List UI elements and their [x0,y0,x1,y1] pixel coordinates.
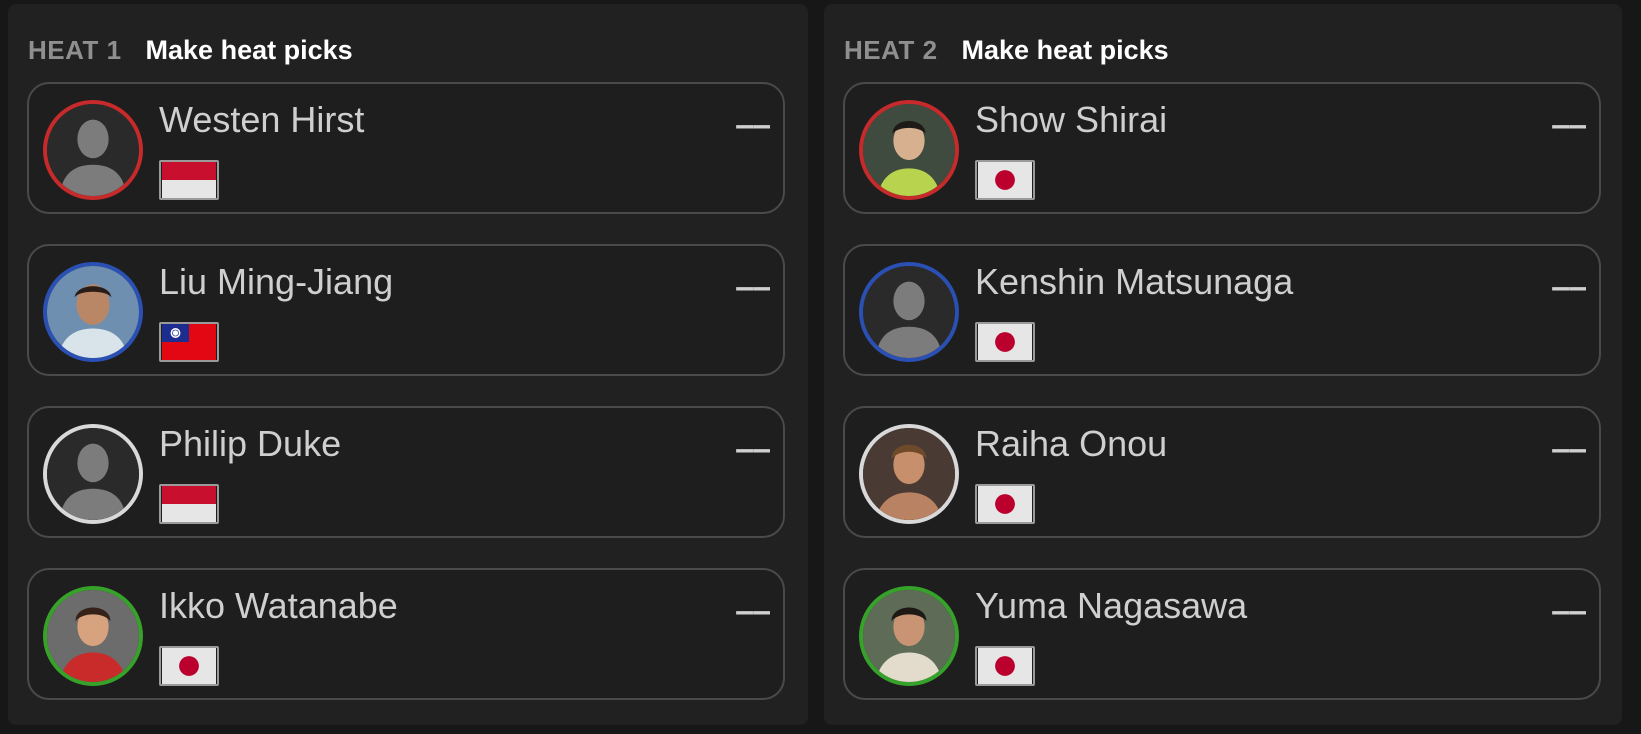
athlete-photo [43,586,143,686]
pick-value: –– [1551,106,1587,144]
heat-2-panel: HEAT 2 Make heat picks Show Shirai –– Ke… [824,4,1622,725]
surfer-name: Westen Hirst [159,99,365,140]
surfer-name: Philip Duke [159,423,342,464]
silhouette-icon [859,262,959,362]
pick-value: –– [735,430,771,468]
pick-value: –– [735,268,771,306]
surfer-card-raiha-onou[interactable]: Raiha Onou –– [843,406,1601,538]
taiwan-flag-icon [159,322,219,362]
surfer-card-westen-hirst[interactable]: Westen Hirst –– [27,82,785,214]
japan-flag-icon [159,646,219,686]
surfer-name: Yuma Nagasawa [975,585,1248,626]
japan-flag-icon [975,322,1035,362]
japan-flag-icon [975,484,1035,524]
japan-flag-icon [975,160,1035,200]
pick-value: –– [735,106,771,144]
surfer-name: Show Shirai [975,99,1168,140]
pick-value: –– [1551,268,1587,306]
surfer-name: Raiha Onou [975,423,1168,464]
heat-1-header: HEAT 1 Make heat picks [28,30,353,70]
pick-value: –– [735,592,771,630]
japan-flag-icon [975,646,1035,686]
heat-1-label: HEAT 1 [28,34,122,65]
indonesia-flag-icon [159,160,219,200]
surfer-card-ikko-watanabe[interactable]: Ikko Watanabe –– [27,568,785,700]
heat-2-label: HEAT 2 [844,34,938,65]
heat-2-make-picks-button[interactable]: Make heat picks [962,35,1169,66]
pick-value: –– [1551,430,1587,468]
heat-1-panel: HEAT 1 Make heat picks Westen Hirst –– L… [8,4,808,725]
surfer-name: Kenshin Matsunaga [975,261,1294,302]
surfer-card-kenshin-matsunaga[interactable]: Kenshin Matsunaga –– [843,244,1601,376]
indonesia-flag-icon [159,484,219,524]
surfer-card-liu-ming-jiang[interactable]: Liu Ming-Jiang –– [27,244,785,376]
athlete-photo [859,424,959,524]
surfer-name: Liu Ming-Jiang [159,261,394,302]
surfer-name: Ikko Watanabe [159,585,398,626]
athlete-photo [859,100,959,200]
pick-value: –– [1551,592,1587,630]
surfer-card-philip-duke[interactable]: Philip Duke –– [27,406,785,538]
silhouette-icon [43,100,143,200]
silhouette-icon [43,424,143,524]
surfer-card-yuma-nagasawa[interactable]: Yuma Nagasawa –– [843,568,1601,700]
heat-2-header: HEAT 2 Make heat picks [844,30,1169,70]
heats-container: HEAT 1 Make heat picks Westen Hirst –– L… [0,0,1641,734]
surfer-card-show-shirai[interactable]: Show Shirai –– [843,82,1601,214]
athlete-photo [43,262,143,362]
heat-1-make-picks-button[interactable]: Make heat picks [146,35,353,66]
athlete-photo [859,586,959,686]
